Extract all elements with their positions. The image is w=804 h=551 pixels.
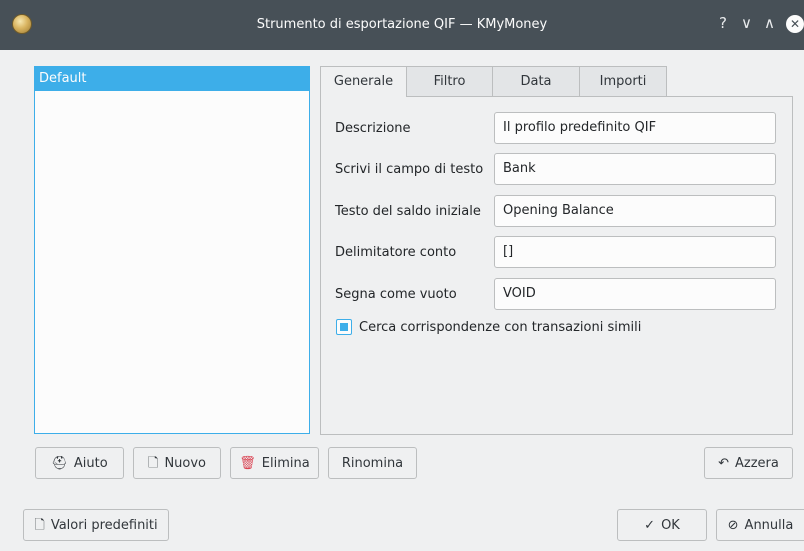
window-title: Strumento di esportazione QIF — KMyMoney: [256, 17, 548, 32]
opening-balance-field[interactable]: Opening Balance: [494, 195, 776, 227]
cancel-button-label: Annulla: [744, 517, 794, 533]
rename-button[interactable]: Rinomina: [328, 447, 417, 479]
text-field-label: Scrivi il campo di testo: [335, 162, 484, 177]
match-transactions-checkbox[interactable]: [336, 319, 352, 335]
help-icon[interactable]: ?: [719, 14, 727, 32]
account-delimiter-label: Delimitatore conto: [335, 245, 457, 260]
defaults-button[interactable]: 🗋 Valori predefiniti: [23, 509, 169, 541]
cancel-button[interactable]: ⊘ Annulla: [716, 509, 804, 541]
minimize-icon[interactable]: ∨: [741, 14, 752, 32]
opening-balance-label: Testo del saldo iniziale: [335, 204, 481, 219]
new-button-label: Nuovo: [164, 455, 207, 471]
tab-generale[interactable]: Generale: [320, 66, 407, 97]
delete-button[interactable]: 🗑 Elimina: [230, 447, 319, 479]
ok-button-label: OK: [661, 517, 680, 533]
defaults-button-label: Valori predefiniti: [50, 517, 158, 533]
new-document-icon: 🗋: [147, 455, 159, 471]
text-field-input[interactable]: Bank: [494, 153, 776, 185]
tab-filtro[interactable]: Filtro: [406, 66, 493, 96]
cancel-icon: ⊘: [727, 517, 739, 533]
help-button[interactable]: ⛑ Aiuto: [35, 447, 124, 479]
description-field[interactable]: Il profilo predefinito QIF: [494, 112, 776, 144]
checkmark-icon: ✓: [644, 517, 656, 533]
tab-data[interactable]: Data: [492, 66, 580, 96]
new-button[interactable]: 🗋 Nuovo: [133, 447, 221, 479]
maximize-icon[interactable]: ∧: [764, 14, 775, 32]
document-defaults-icon: 🗋: [34, 517, 45, 533]
undo-icon: ↶: [718, 455, 730, 471]
reset-button-label: Azzera: [735, 455, 779, 471]
list-item[interactable]: Default: [35, 67, 309, 91]
void-mark-field[interactable]: VOID: [494, 278, 776, 310]
profile-list[interactable]: Default: [34, 66, 310, 434]
window-titlebar: Strumento di esportazione QIF — KMyMoney…: [0, 0, 804, 50]
lifebuoy-icon: ⛑: [51, 455, 68, 471]
match-transactions-label[interactable]: Cerca corrispondenze con transazioni sim…: [359, 320, 641, 335]
void-mark-label: Segna come vuoto: [335, 287, 457, 302]
close-icon[interactable]: ✕: [786, 15, 804, 33]
account-delimiter-field[interactable]: []: [494, 236, 776, 268]
help-button-label: Aiuto: [73, 455, 108, 471]
trash-icon: 🗑: [239, 455, 256, 471]
reset-button[interactable]: ↶ Azzera: [704, 447, 793, 479]
rename-button-label: Rinomina: [341, 455, 404, 471]
description-label: Descrizione: [335, 121, 411, 136]
delete-button-label: Elimina: [261, 455, 310, 471]
tab-importi[interactable]: Importi: [579, 66, 667, 96]
ok-button[interactable]: ✓ OK: [617, 509, 707, 541]
